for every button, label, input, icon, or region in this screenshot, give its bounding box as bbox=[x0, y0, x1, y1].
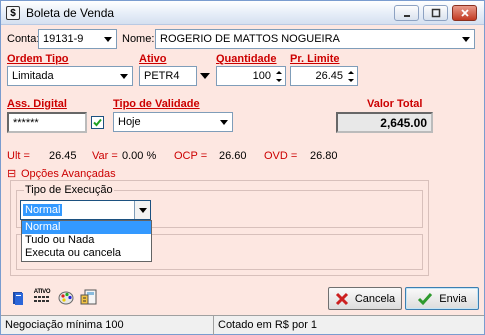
dropdown-option-executa-ou-cancela[interactable]: Executa ou cancela bbox=[22, 247, 151, 260]
chevron-down-icon bbox=[216, 113, 232, 131]
ativo-input[interactable]: PETR4 bbox=[139, 66, 197, 86]
pr-limite-label: Pr. Limite bbox=[290, 53, 340, 65]
send-button-label: Envia bbox=[439, 292, 467, 305]
ativo-value: PETR4 bbox=[144, 70, 180, 82]
chevron-down-icon bbox=[100, 30, 116, 48]
pr-limite-value: 26.45 bbox=[315, 70, 343, 82]
app-icon: $ bbox=[6, 6, 20, 20]
tipo-validade-value: Hoje bbox=[118, 116, 141, 128]
chevron-down-icon bbox=[458, 30, 474, 48]
ovd-label: OVD = bbox=[264, 150, 298, 162]
ult-value: 26.45 bbox=[49, 150, 77, 162]
tipo-validade-label: Tipo de Validade bbox=[113, 98, 200, 110]
ordem-tipo-label: Ordem Tipo bbox=[7, 53, 69, 65]
palette-icon[interactable] bbox=[58, 290, 74, 309]
ocp-value: 26.60 bbox=[219, 150, 247, 162]
opcoes-avancadas-label[interactable]: Opções Avançadas bbox=[21, 168, 116, 180]
status-min-lot: Negociação mínima 100 bbox=[5, 319, 124, 331]
quantidade-value: 100 bbox=[252, 70, 271, 82]
conta-select[interactable]: 19131-9 bbox=[38, 29, 117, 49]
tipo-execucao-select[interactable]: Normal bbox=[20, 200, 151, 220]
ovd-value: 26.80 bbox=[310, 150, 338, 162]
minimize-button[interactable] bbox=[394, 5, 419, 21]
chevron-down-icon bbox=[116, 67, 132, 85]
order-window: $ Boleta de Venda Conta: 19131-9 Nome: R… bbox=[0, 0, 485, 335]
conta-value: 19131-9 bbox=[43, 33, 84, 45]
nome-select[interactable]: ROGERIO DE MATTOS NOGUEIRA bbox=[155, 29, 475, 49]
close-button[interactable] bbox=[452, 5, 477, 21]
calculator-icon[interactable] bbox=[80, 289, 97, 309]
quantidade-label: Quantidade bbox=[216, 53, 277, 65]
conta-label: Conta: bbox=[7, 33, 40, 45]
valor-total-label: Valor Total bbox=[367, 98, 423, 110]
maximize-icon bbox=[431, 8, 440, 18]
ass-digital-input[interactable]: ****** bbox=[7, 112, 87, 133]
tipo-execucao-value: Normal bbox=[23, 204, 63, 216]
ativo-label: Ativo bbox=[139, 53, 167, 65]
dropdown-option-tudo-ou-nada[interactable]: Tudo ou Nada bbox=[22, 234, 151, 247]
ocp-label: OCP = bbox=[174, 150, 208, 162]
dropdown-option-normal[interactable]: Normal bbox=[22, 221, 151, 234]
tipo-execucao-label: Tipo de Execução bbox=[24, 184, 114, 196]
cancel-button-label: Cancela bbox=[354, 292, 396, 305]
nome-value: ROGERIO DE MATTOS NOGUEIRA bbox=[160, 33, 340, 45]
book-icon[interactable] bbox=[10, 290, 26, 309]
cancel-x-icon bbox=[335, 292, 348, 305]
ordem-tipo-select[interactable]: Limitada bbox=[7, 66, 133, 86]
pr-limite-stepper[interactable]: 26.45 bbox=[290, 66, 358, 86]
send-check-icon bbox=[418, 292, 433, 305]
tipo-execucao-dropdown-list: Normal Tudo ou Nada Executa ou cancela bbox=[21, 220, 152, 262]
valor-total-field: 2,645.00 bbox=[336, 112, 433, 133]
checkmark-icon bbox=[93, 118, 102, 127]
status-quote-unit: Cotado em R$ por 1 bbox=[218, 319, 318, 331]
spin-arrows-icon[interactable] bbox=[274, 68, 284, 84]
ordem-tipo-value: Limitada bbox=[12, 70, 54, 82]
var-value: 0.00 % bbox=[122, 150, 157, 162]
quantidade-stepper[interactable]: 100 bbox=[216, 66, 286, 86]
ass-digital-checkbox[interactable] bbox=[91, 116, 104, 129]
close-icon bbox=[460, 9, 469, 17]
maximize-button[interactable] bbox=[423, 5, 448, 21]
ativo-dropdown-arrow-icon[interactable] bbox=[200, 73, 210, 79]
cancel-button[interactable]: Cancela bbox=[328, 287, 402, 310]
tipo-validade-select[interactable]: Hoje bbox=[113, 112, 233, 132]
status-divider bbox=[213, 316, 214, 335]
opcoes-toggle-icon[interactable]: ⊟ bbox=[7, 167, 16, 180]
title-bar: $ Boleta de Venda bbox=[1, 1, 484, 25]
spin-arrows-icon[interactable] bbox=[346, 68, 356, 84]
ass-digital-label: Ass. Digital bbox=[7, 98, 67, 110]
ativo-grid-icon[interactable]: ATIVO bbox=[32, 289, 52, 308]
ult-label: Ult = bbox=[7, 150, 30, 162]
minimize-icon bbox=[403, 15, 410, 17]
window-title: Boleta de Venda bbox=[26, 6, 115, 20]
status-bar: Negociação mínima 100 Cotado em R$ por 1 bbox=[1, 315, 484, 335]
valor-total-value: 2,645.00 bbox=[380, 116, 427, 130]
var-label: Var = bbox=[92, 150, 118, 162]
send-button[interactable]: Envia bbox=[405, 287, 479, 310]
nome-label: Nome: bbox=[122, 33, 155, 45]
chevron-down-icon bbox=[134, 201, 150, 219]
ass-digital-value: ****** bbox=[13, 117, 39, 129]
